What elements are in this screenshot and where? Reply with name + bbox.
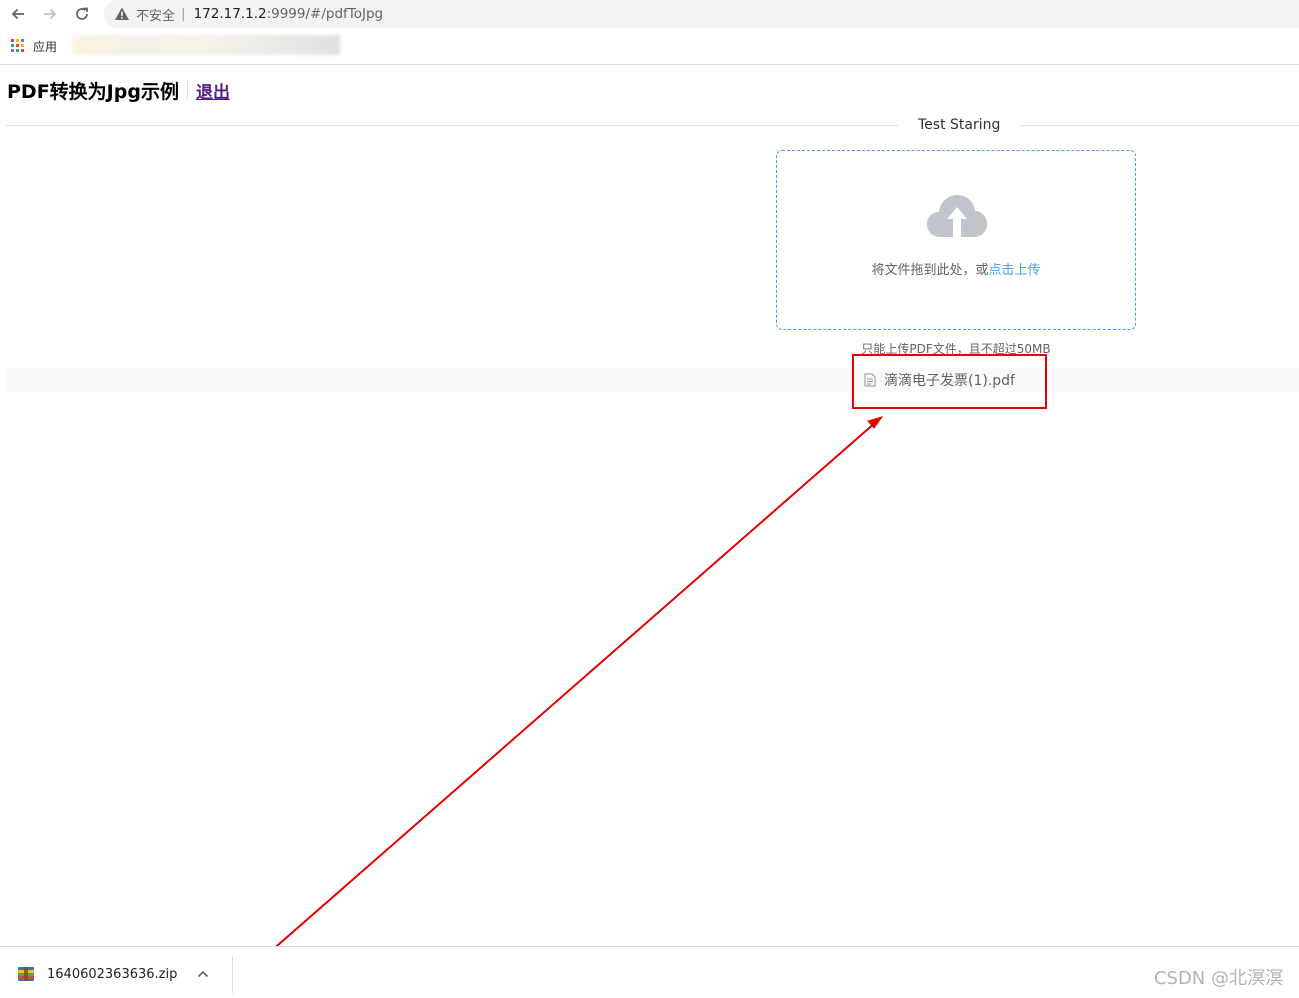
upload-cloud-icon bbox=[927, 195, 987, 237]
drag-text: 将文件拖到此处，或 bbox=[871, 263, 989, 278]
apps-grid-icon[interactable] bbox=[11, 39, 24, 52]
back-button[interactable] bbox=[8, 4, 28, 24]
browser-toolbar: 不安全 | 172.17.1.2 :9999/#/pdfToJpg bbox=[0, 0, 1299, 28]
chrome-divider bbox=[0, 64, 1299, 65]
click-upload-link[interactable]: 点击上传 bbox=[989, 263, 1041, 278]
url-path: :9999/#/pdfToJpg bbox=[266, 6, 384, 22]
page-header: PDF转换为Jpg示例 退出 bbox=[7, 77, 230, 103]
upload-dropzone[interactable]: 将文件拖到此处，或点击上传 bbox=[776, 150, 1136, 330]
download-item-separator bbox=[232, 957, 233, 993]
reload-button[interactable] bbox=[72, 4, 92, 24]
upload-instruction: 将文件拖到此处，或点击上传 bbox=[777, 259, 1135, 278]
annotation-box-file bbox=[852, 354, 1047, 409]
address-separator: | bbox=[181, 6, 186, 22]
apps-bookmark[interactable]: 应用 bbox=[33, 38, 57, 55]
section-divider bbox=[6, 125, 1299, 126]
blurred-bookmarks bbox=[72, 35, 340, 55]
download-shelf: 1640602363636.zip bbox=[0, 946, 1299, 998]
divider-text: Test Staring bbox=[898, 116, 1021, 134]
download-file-name: 1640602363636.zip bbox=[47, 966, 178, 982]
address-bar[interactable]: 不安全 | 172.17.1.2 :9999/#/pdfToJpg bbox=[104, 0, 1299, 28]
back-arrow-icon bbox=[11, 8, 24, 20]
chevron-up-icon bbox=[197, 970, 209, 978]
page-title: PDF转换为Jpg示例 bbox=[7, 80, 179, 103]
forward-arrow-icon bbox=[44, 8, 57, 20]
forward-button[interactable] bbox=[40, 4, 60, 24]
title-divider bbox=[186, 81, 188, 99]
download-options-button[interactable] bbox=[193, 964, 213, 984]
download-item[interactable]: 1640602363636.zip bbox=[12, 955, 232, 993]
url-host: 172.17.1.2 bbox=[193, 6, 267, 22]
warning-triangle-icon bbox=[115, 7, 129, 20]
zip-archive-icon bbox=[18, 967, 34, 981]
upload-tip: 只能上传PDF文件，且不超过50MB bbox=[861, 342, 1051, 354]
reload-icon bbox=[76, 7, 88, 20]
security-label: 不安全 bbox=[136, 8, 176, 24]
file-list-row-background bbox=[6, 368, 1299, 392]
watermark: CSDN @北溟溟 bbox=[1153, 968, 1283, 989]
logout-link[interactable]: 退出 bbox=[196, 78, 230, 103]
